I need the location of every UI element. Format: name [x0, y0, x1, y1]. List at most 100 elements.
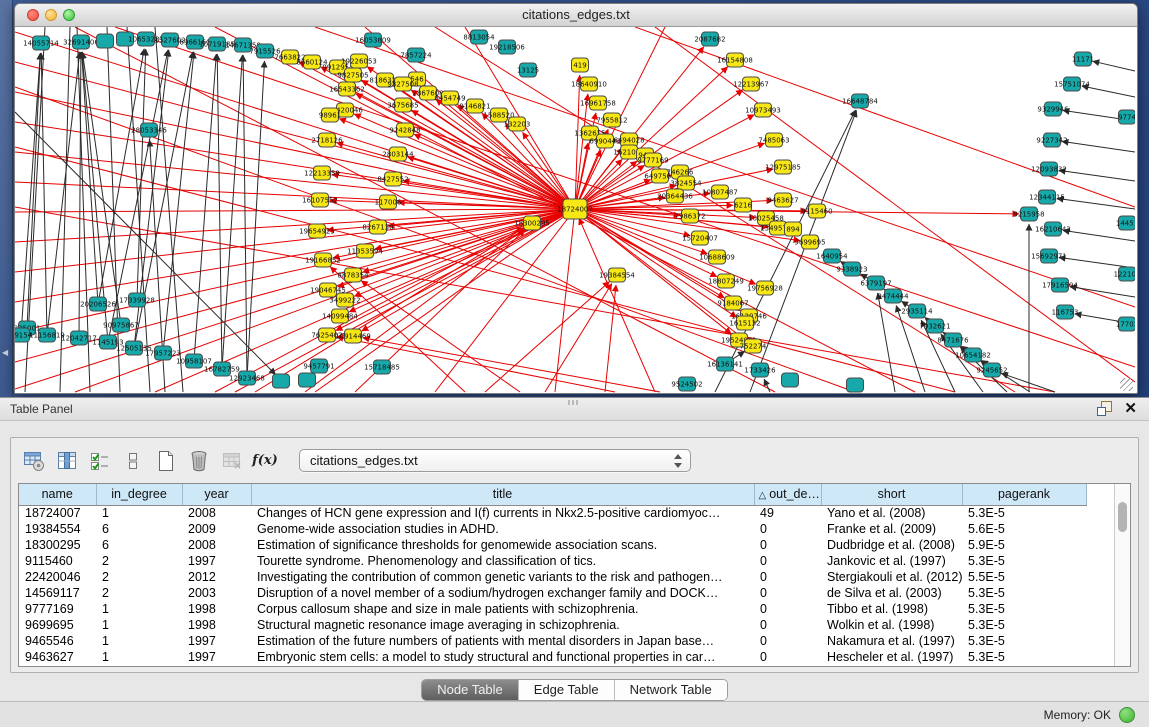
table-cell[interactable]: 0 [754, 537, 821, 553]
table-cell[interactable]: 22420046 [19, 569, 96, 585]
network-node[interactable]: 419 [572, 58, 589, 72]
table-cell[interactable]: 1998 [182, 617, 251, 633]
table-cell[interactable]: 0 [754, 569, 821, 585]
table-cell[interactable]: de Silva et al. (2003) [821, 585, 962, 601]
show-columns-icon[interactable] [54, 448, 80, 474]
table-cell[interactable]: Stergiakouli et al. (2012) [821, 569, 962, 585]
network-node[interactable]: 18807249 [708, 274, 744, 288]
network-node[interactable]: 9457791 [303, 359, 334, 373]
network-node[interactable]: 9524502 [671, 377, 702, 391]
table-cell[interactable]: Corpus callosum shape and size in male p… [251, 601, 754, 617]
table-cell[interactable]: Wolkin et al. (1998) [821, 617, 962, 633]
table-cell[interactable]: Tibbo et al. (1998) [821, 601, 962, 617]
network-node[interactable] [97, 34, 114, 48]
network-node[interactable]: 9699695 [794, 235, 825, 249]
splitter-knob[interactable] [568, 400, 580, 405]
delete-columns-icon[interactable] [186, 448, 212, 474]
table-cell[interactable]: 5.3E-5 [962, 601, 1086, 617]
column-header-name[interactable]: name [19, 484, 96, 505]
table-cell[interactable]: 9115460 [19, 553, 96, 569]
table-cell[interactable]: 9463627 [19, 649, 96, 665]
network-node[interactable]: 12093832 [1031, 162, 1067, 176]
tab-network-table[interactable]: Network Table [615, 680, 727, 700]
table-cell[interactable]: 2 [96, 553, 182, 569]
network-node[interactable]: 15720407 [682, 231, 718, 245]
table-cell[interactable]: 0 [754, 601, 821, 617]
function-builder-icon[interactable]: f(x) [252, 448, 278, 474]
network-node[interactable]: 17703 [1116, 317, 1135, 331]
table-cell[interactable]: Investigating the contribution of common… [251, 569, 754, 585]
table-cell[interactable]: 2009 [182, 521, 251, 537]
table-cell[interactable]: Changes of HCN gene expression and I(f) … [251, 505, 754, 521]
network-node[interactable]: 7485063 [758, 133, 789, 147]
network-node[interactable]: 8427552 [377, 172, 408, 186]
table-cell[interactable]: 0 [754, 633, 821, 649]
table-cell[interactable]: 5.5E-5 [962, 569, 1086, 585]
network-node[interactable]: 12975185 [765, 160, 801, 174]
network-node[interactable]: 18640910 [571, 77, 607, 91]
network-node[interactable]: 2718126 [311, 133, 343, 147]
table-cell[interactable]: 2 [96, 569, 182, 585]
table-cell[interactable]: Franke et al. (2009) [821, 521, 962, 537]
column-header-title[interactable]: title [251, 484, 754, 505]
scrollbar-thumb[interactable] [1118, 502, 1127, 532]
table-cell[interactable]: 5.3E-5 [962, 649, 1086, 665]
network-window-titlebar[interactable]: citations_edges.txt [15, 4, 1137, 27]
column-header-short[interactable]: short [821, 484, 962, 505]
table-cell[interactable]: 1997 [182, 633, 251, 649]
network-node[interactable]: 9115460 [801, 204, 832, 218]
column-header-year[interactable]: year [182, 484, 251, 505]
table-row[interactable]: 2242004622012Investigating the contribut… [19, 569, 1086, 585]
table-cell[interactable]: 2008 [182, 505, 251, 521]
network-node[interactable]: 10654182 [955, 348, 991, 362]
table-row[interactable]: 946554611997Estimation of the future num… [19, 633, 1086, 649]
network-node[interactable]: 2803144 [382, 147, 414, 161]
network-node[interactable]: 9774 [1118, 110, 1135, 124]
table-row[interactable]: 1872400712008Changes of HCN gene express… [19, 505, 1086, 521]
table-cell[interactable]: Structural magnetic resonance image aver… [251, 617, 754, 633]
network-node[interactable]: 7857224 [400, 48, 432, 62]
tab-node-table[interactable]: Node Table [422, 680, 519, 700]
network-graph[interactable]: 1405571432691406106532871527602696616010… [15, 27, 1135, 393]
network-node[interactable]: 10807487 [702, 185, 738, 199]
table-cell[interactable]: Dudbridge et al. (2008) [821, 537, 962, 553]
network-node[interactable]: 2935114 [901, 304, 933, 318]
network-node[interactable]: 15751074 [1054, 77, 1090, 91]
network-node[interactable]: 9215958 [1013, 207, 1044, 221]
sidebar-collapse-strip[interactable]: ◀ [0, 0, 13, 397]
table-cell[interactable]: 19384554 [19, 521, 96, 537]
table-cell[interactable]: 2 [96, 585, 182, 601]
table-cell[interactable]: 0 [754, 649, 821, 665]
table-cell[interactable]: Estimation of significance thresholds fo… [251, 537, 754, 553]
table-cell[interactable]: 6 [96, 537, 182, 553]
table-cell[interactable]: 5.3E-5 [962, 553, 1086, 569]
table-cell[interactable]: 49 [754, 505, 821, 521]
network-node[interactable]: 122103 [1114, 267, 1135, 281]
table-cell[interactable]: 5.9E-5 [962, 537, 1086, 553]
table-selector-dropdown[interactable]: citations_edges.txt [299, 449, 691, 472]
network-node[interactable]: 19654925 [299, 224, 335, 238]
network-node[interactable]: 16961758 [580, 96, 616, 110]
table-cell[interactable]: 6 [96, 521, 182, 537]
network-node[interactable]: 8878354 [337, 268, 369, 282]
table-cell[interactable]: 5.3E-5 [962, 585, 1086, 601]
network-node[interactable]: 9474444 [877, 289, 909, 303]
network-node[interactable]: 11171 [1072, 52, 1094, 66]
select-columns-icon[interactable] [87, 448, 113, 474]
row-height-icon[interactable] [120, 448, 146, 474]
minimize-button[interactable] [45, 9, 57, 21]
network-node[interactable]: 15692971 [1031, 249, 1067, 263]
network-node[interactable]: 16154808 [717, 53, 753, 67]
table-scrollbar[interactable] [1114, 484, 1130, 666]
network-node[interactable]: 116753 [1052, 305, 1079, 319]
network-node[interactable]: 14099484 [322, 309, 358, 323]
table-cell[interactable]: 5.3E-5 [962, 505, 1086, 521]
table-cell[interactable]: 1998 [182, 601, 251, 617]
network-canvas[interactable]: 1405571432691406106532871527602696616010… [15, 27, 1135, 393]
table-cell[interactable]: Hescheler et al. (1997) [821, 649, 962, 665]
table-cell[interactable]: 1 [96, 601, 182, 617]
network-node[interactable] [273, 374, 290, 388]
network-node[interactable]: 9463627 [767, 193, 798, 207]
network-node[interactable] [782, 373, 799, 387]
table-cell[interactable]: 1 [96, 617, 182, 633]
